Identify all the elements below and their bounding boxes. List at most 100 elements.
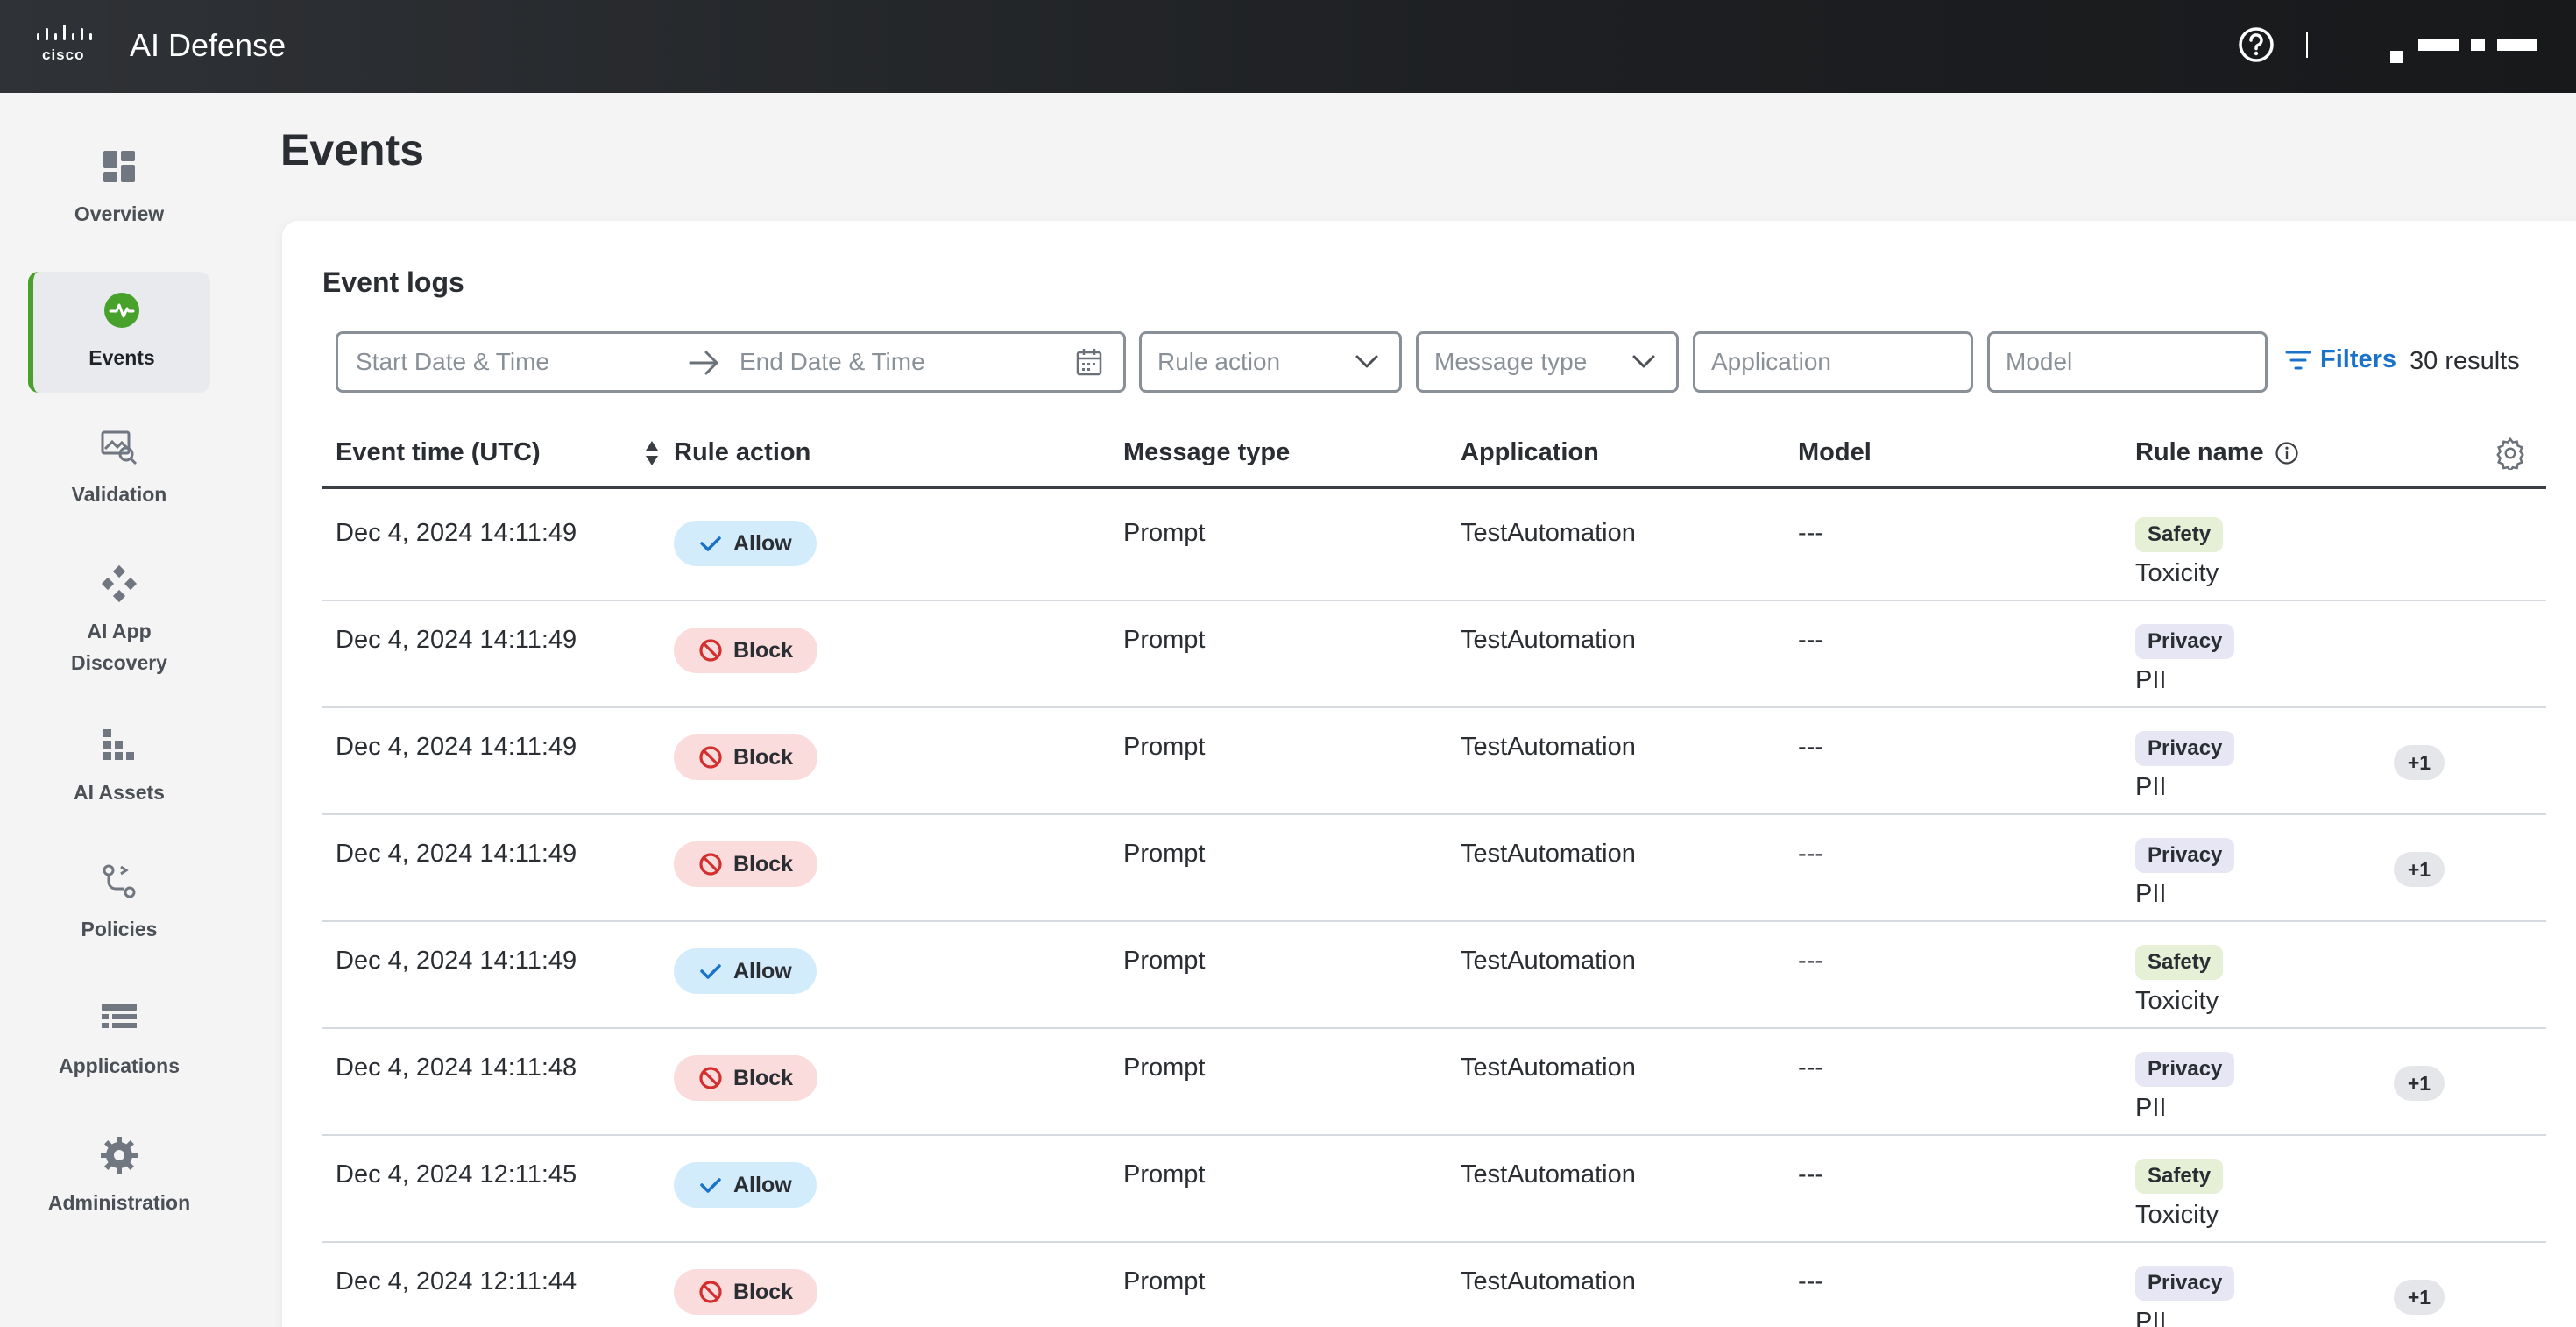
rule-action-select[interactable]: Rule action [1139,331,1402,393]
user-menu[interactable] [2390,35,2539,67]
rule-name-cell: Toxicity [2135,559,2219,587]
model-cell: --- [1798,840,1823,868]
rule-action-badge: Block [674,1055,818,1101]
model-cell: --- [1798,1160,1823,1189]
sidebar-item-label: Policies [81,918,158,940]
rule-name-cell: Toxicity [2135,987,2219,1015]
application-cell: TestAutomation [1461,1160,1636,1189]
rule-category-tag: Safety [2135,517,2224,552]
rule-name-cell: Toxicity [2135,1201,2219,1229]
event-time-cell: Dec 4, 2024 14:11:49 [336,840,577,868]
rule-category-tag: Safety [2135,945,2224,980]
block-icon [699,639,722,662]
column-header-rule-action[interactable]: Rule action [674,438,810,467]
rule-action-label: Allow [733,1172,792,1197]
column-header-application[interactable]: Application [1461,438,1599,467]
filters-button[interactable]: Filters [2285,345,2396,374]
event-time-cell: Dec 4, 2024 14:11:49 [336,626,577,654]
page-title: Events [280,125,424,174]
rule-action-label: Block [733,744,794,770]
model-cell: --- [1798,1267,1823,1295]
table-row[interactable]: Dec 4, 2024 14:11:49 Block Prompt TestAutom… [322,601,2546,708]
help-circle-icon[interactable] [2237,25,2275,64]
message-type-select[interactable]: Message type [1416,331,1679,393]
sort-icon[interactable] [644,439,660,467]
model-cell: --- [1798,1054,1823,1082]
block-icon [699,1067,722,1089]
sidebar-item-policies[interactable]: Policies [28,843,210,964]
sidebar-item-label: Administration [47,1191,191,1214]
column-settings-gear-icon[interactable] [2494,436,2527,470]
discovery-nodes-icon [100,564,138,603]
column-label: Rule action [674,438,811,466]
more-rules-tag[interactable]: +1 [2394,1066,2445,1101]
policy-flow-icon [100,862,138,901]
more-rules-tag[interactable]: +1 [2394,852,2445,887]
filter-lines-icon [2285,351,2311,369]
table-row[interactable]: Dec 4, 2024 14:11:49 Allow Prompt TestAutom… [322,922,2546,1029]
info-icon[interactable] [2275,441,2299,465]
block-icon [699,1281,722,1303]
rule-name-cell: PII [2135,666,2167,694]
topbar-divider [2306,32,2308,58]
table-row[interactable]: Dec 4, 2024 14:11:49 Allow Prompt TestAutom… [322,494,2546,601]
model-input[interactable]: Model [1987,331,2268,393]
end-date-input[interactable]: End Date & Time [740,348,925,376]
rule-name-cell: PII [2135,880,2167,908]
more-rules-tag[interactable]: +1 [2394,745,2445,780]
sidebar-item-validation[interactable]: Validation [28,408,210,529]
rule-action-badge: Block [674,734,818,780]
table-row[interactable]: Dec 4, 2024 12:11:44 Block Prompt TestAutom… [322,1243,2546,1327]
message-type-cell: Prompt [1123,1054,1206,1082]
model-cell: --- [1798,626,1823,654]
table-row[interactable]: Dec 4, 2024 12:11:45 Allow Prompt TestAutom… [322,1136,2546,1243]
check-icon [700,1178,721,1193]
model-cell: --- [1798,733,1823,761]
app-name: AI Defense [130,27,287,63]
rule-action-placeholder: Rule action [1157,348,1281,375]
rule-category-tag: Privacy [2135,838,2235,873]
message-type-cell: Prompt [1123,947,1206,975]
cisco-logo[interactable]: cisco [35,25,105,63]
applications-list-icon [100,999,138,1038]
rule-category-tag: Privacy [2135,1266,2235,1301]
block-icon [699,746,722,769]
sidebar-item-administration[interactable]: Administration [28,1117,210,1238]
sidebar-item-ai-app-discovery[interactable]: AI App Discovery [28,545,210,692]
column-header-message-type[interactable]: Message type [1123,438,1290,467]
application-input[interactable]: Application [1693,331,1973,393]
message-type-cell: Prompt [1123,519,1206,547]
column-label: Application [1461,438,1599,466]
sidebar-item-label: Applications [58,1054,180,1077]
sidebar-item-ai-assets[interactable]: AI Assets [28,706,210,827]
application-cell: TestAutomation [1461,840,1636,868]
rule-action-badge: Block [674,1269,818,1315]
application-cell: TestAutomation [1461,519,1636,547]
column-header-rule-name[interactable]: Rule name [2135,438,2299,467]
table-row[interactable]: Dec 4, 2024 14:11:49 Block Prompt TestAutom… [322,815,2546,922]
sidebar-item-applications[interactable]: Applications [28,980,210,1101]
table-row[interactable]: Dec 4, 2024 14:11:49 Block Prompt TestAutom… [322,708,2546,815]
rule-action-badge: Block [674,841,818,887]
chevron-down-icon [1355,355,1378,368]
start-date-input[interactable]: Start Date & Time [356,348,549,376]
application-cell: TestAutomation [1461,1267,1636,1295]
column-label: Message type [1123,438,1291,466]
application-cell: TestAutomation [1461,733,1636,761]
date-range-picker[interactable]: Start Date & Time End Date & Time [336,331,1126,393]
rule-action-badge: Block [674,628,818,673]
activity-pulse-icon [103,291,141,330]
rule-category-tag: Privacy [2135,624,2235,659]
table-header: Event time (UTC) Rule action Message typ… [322,422,2546,489]
column-header-model[interactable]: Model [1798,438,1872,467]
calendar-icon[interactable] [1076,348,1102,376]
sidebar-item-events[interactable]: Events [28,272,210,393]
column-header-event-time[interactable]: Event time (UTC) [336,438,660,467]
sidebar-item-label: AI App Discovery [71,620,167,674]
event-time-cell: Dec 4, 2024 14:11:49 [336,733,577,761]
sidebar-item-overview[interactable]: Overview [28,128,210,249]
more-rules-tag[interactable]: +1 [2394,1280,2445,1315]
message-type-cell: Prompt [1123,733,1206,761]
table-row[interactable]: Dec 4, 2024 14:11:48 Block Prompt TestAutom… [322,1029,2546,1136]
model-placeholder: Model [2006,348,2073,375]
